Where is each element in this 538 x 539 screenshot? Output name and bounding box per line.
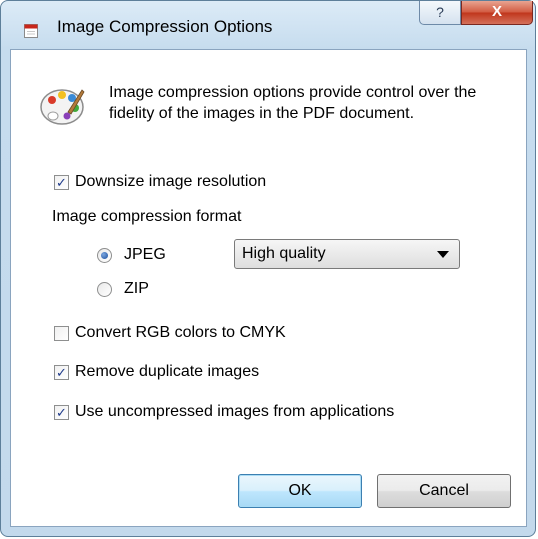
ok-button[interactable]: OK bbox=[238, 474, 362, 508]
jpeg-label: JPEG bbox=[124, 246, 166, 263]
compression-format-label: Image compression format bbox=[52, 208, 242, 225]
intro-description: Image compression options provide contro… bbox=[109, 84, 477, 122]
zip-option[interactable]: ZIP bbox=[97, 278, 149, 300]
title-bar[interactable]: Image Compression Options ? X bbox=[1, 1, 535, 49]
remove-duplicates-checkbox[interactable]: ✓ bbox=[54, 364, 69, 380]
close-icon: X bbox=[491, 3, 502, 20]
palette-icon bbox=[40, 89, 85, 125]
quality-select[interactable]: High quality bbox=[234, 239, 460, 269]
uncompressed-option[interactable]: ✓ Use uncompressed images from applicati… bbox=[54, 401, 394, 423]
close-button[interactable]: X bbox=[461, 1, 533, 25]
dropdown-arrow-icon bbox=[437, 251, 449, 258]
zip-radio[interactable] bbox=[97, 281, 112, 297]
jpeg-radio[interactable] bbox=[97, 247, 112, 263]
jpeg-option[interactable]: JPEG bbox=[97, 244, 166, 266]
dialog-content: Image compression options provide contro… bbox=[10, 49, 527, 527]
help-button[interactable]: ? bbox=[419, 1, 461, 25]
uncompressed-checkbox[interactable]: ✓ bbox=[54, 404, 69, 420]
downsize-option[interactable]: ✓ Downsize image resolution bbox=[54, 171, 266, 193]
downsize-label: Downsize image resolution bbox=[75, 173, 267, 190]
pdf-app-icon bbox=[24, 24, 38, 38]
convert-cmyk-checkbox[interactable] bbox=[54, 325, 69, 341]
cancel-button[interactable]: Cancel bbox=[377, 474, 511, 508]
remove-duplicates-option[interactable]: ✓ Remove duplicate images bbox=[54, 361, 259, 383]
help-icon: ? bbox=[436, 4, 444, 20]
dialog-window: Image Compression Options ? X Image comp… bbox=[0, 0, 536, 537]
zip-label: ZIP bbox=[124, 280, 149, 297]
downsize-checkbox[interactable]: ✓ bbox=[54, 174, 69, 190]
remove-duplicates-label: Remove duplicate images bbox=[75, 363, 260, 380]
convert-cmyk-option[interactable]: Convert RGB colors to CMYK bbox=[54, 322, 286, 344]
radio-selected-dot bbox=[101, 251, 108, 259]
convert-cmyk-label: Convert RGB colors to CMYK bbox=[75, 324, 286, 341]
window-title: Image Compression Options bbox=[57, 17, 273, 36]
quality-select-value: High quality bbox=[242, 245, 326, 262]
uncompressed-label: Use uncompressed images from application… bbox=[75, 403, 395, 420]
